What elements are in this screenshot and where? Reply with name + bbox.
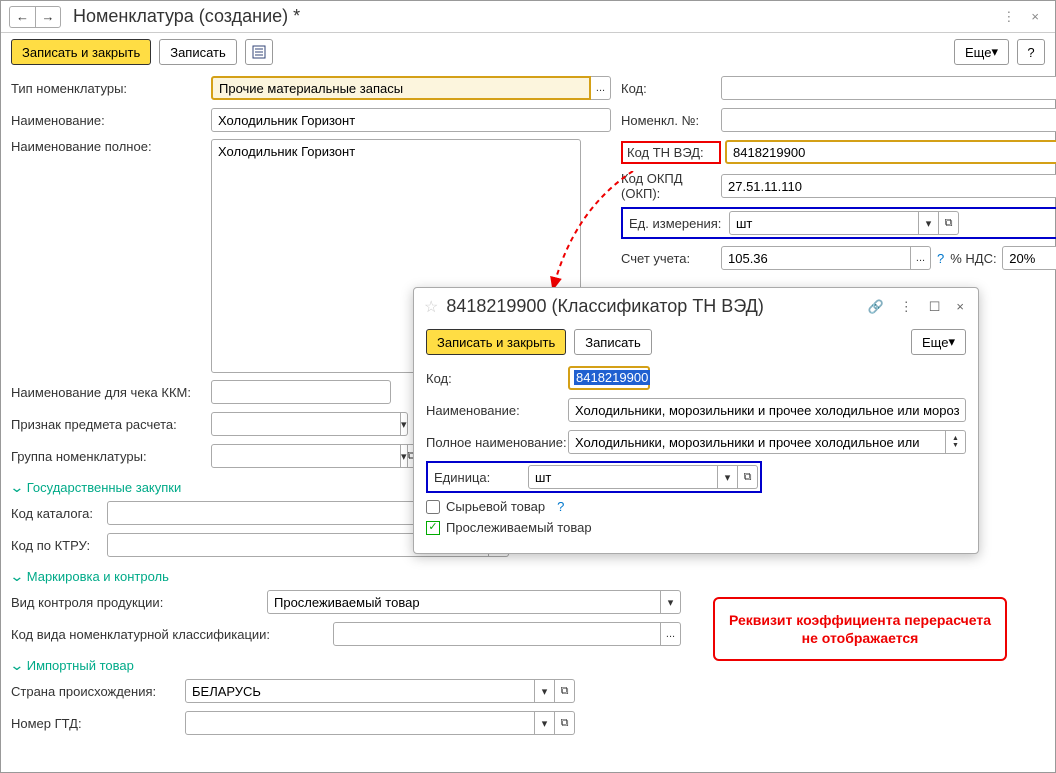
- raw-label: Сырьевой товар: [446, 499, 545, 514]
- nav-forward-button[interactable]: →: [35, 6, 61, 28]
- popup-unit-open-button[interactable]: ⧉: [738, 465, 758, 489]
- nds-input[interactable]: [1002, 246, 1056, 270]
- popup-full-label: Полное наименование:: [426, 435, 568, 450]
- class-ellipsis-button[interactable]: ...: [661, 622, 681, 646]
- popup-save-close-button[interactable]: Записать и закрыть: [426, 329, 566, 355]
- annotation-callout: Реквизит коэффициента перерасчета не ото…: [713, 597, 1007, 661]
- popup-code-label: Код:: [426, 371, 568, 386]
- classifier-popup: ☆ 8418219900 (Классификатор ТН ВЭД) 🔗 ⋮ …: [413, 287, 979, 554]
- gtd-open-button[interactable]: ⧉: [555, 711, 575, 735]
- page-title: Номенклатура (создание) *: [73, 6, 994, 27]
- nds-label: % НДС:: [950, 251, 1002, 266]
- tnved-label: Код ТН ВЭД:: [621, 141, 721, 164]
- popup-unit-input[interactable]: [528, 465, 718, 489]
- kkm-label: Наименование для чека ККМ:: [11, 385, 211, 400]
- popup-menu-icon[interactable]: ⋮: [896, 299, 917, 315]
- type-input[interactable]: [211, 76, 591, 100]
- code-label: Код:: [621, 81, 721, 96]
- calc-sign-input[interactable]: [211, 412, 401, 436]
- gtd-input[interactable]: [185, 711, 535, 735]
- type-ellipsis-button[interactable]: ...: [591, 76, 611, 100]
- save-button[interactable]: Записать: [159, 39, 237, 65]
- origin-dropdown-button[interactable]: ▾: [535, 679, 555, 703]
- origin-label: Страна происхождения:: [11, 684, 185, 699]
- group-input[interactable]: [211, 444, 401, 468]
- raw-help-icon[interactable]: ?: [551, 499, 570, 514]
- tnved-input[interactable]: [725, 140, 1056, 164]
- close-icon[interactable]: ×: [1023, 9, 1047, 24]
- unit-input[interactable]: [729, 211, 919, 235]
- class-code-label: Код вида номенклатурной классификации:: [11, 627, 333, 642]
- unit-dropdown-button[interactable]: ▾: [919, 211, 939, 235]
- popup-name-label: Наименование:: [426, 403, 568, 418]
- kkm-input[interactable]: [211, 380, 391, 404]
- popup-maximize-icon[interactable]: ☐: [925, 299, 945, 315]
- popup-close-icon[interactable]: ×: [952, 299, 968, 314]
- control-type-label: Вид контроля продукции:: [11, 595, 267, 610]
- popup-more-button[interactable]: Еще ▾: [911, 329, 966, 355]
- unit-open-button[interactable]: ⧉: [939, 211, 959, 235]
- control-dropdown-button[interactable]: ▾: [661, 590, 681, 614]
- control-type-input[interactable]: [267, 590, 661, 614]
- catalog-code-label: Код каталога:: [11, 506, 107, 521]
- name-label: Наименование:: [11, 113, 211, 128]
- trace-checkbox[interactable]: ✓: [426, 521, 440, 535]
- gtd-label: Номер ГТД:: [11, 716, 185, 731]
- list-icon: [252, 45, 266, 59]
- code-input[interactable]: [721, 76, 1056, 100]
- raw-checkbox[interactable]: [426, 500, 440, 514]
- section-mark-toggle[interactable]: Маркировка и контроль: [11, 564, 1045, 589]
- unit-label: Ед. измерения:: [629, 216, 729, 231]
- popup-code-input[interactable]: 8418219900: [568, 366, 650, 390]
- calc-sign-label: Признак предмета расчета:: [11, 417, 211, 432]
- more-button[interactable]: Еще ▾: [954, 39, 1009, 65]
- kebab-menu-icon[interactable]: ⋮: [994, 9, 1023, 25]
- popup-link-icon[interactable]: 🔗: [864, 299, 888, 315]
- popup-full-input[interactable]: [568, 430, 946, 454]
- popup-unit-label: Единица:: [434, 470, 528, 485]
- account-help-icon[interactable]: ?: [931, 251, 950, 266]
- nav-back-button[interactable]: ←: [9, 6, 35, 28]
- class-code-input[interactable]: [333, 622, 661, 646]
- account-input[interactable]: [721, 246, 911, 270]
- popup-unit-dropdown-button[interactable]: ▾: [718, 465, 738, 489]
- gtd-dropdown-button[interactable]: ▾: [535, 711, 555, 735]
- nomenkl-no-label: Номенкл. №:: [621, 113, 721, 128]
- okpd-input[interactable]: [721, 174, 1056, 198]
- favorite-star-icon[interactable]: ☆: [424, 297, 438, 317]
- ktru-label: Код по КТРУ:: [11, 538, 107, 553]
- full-name-label: Наименование полное:: [11, 139, 211, 154]
- help-button[interactable]: ?: [1017, 39, 1045, 65]
- okpd-label: Код ОКПД (ОКП):: [621, 171, 721, 201]
- origin-open-button[interactable]: ⧉: [555, 679, 575, 703]
- calc-sign-dropdown-button[interactable]: ▾: [401, 412, 408, 436]
- list-icon-button[interactable]: [245, 39, 273, 65]
- account-ellipsis-button[interactable]: ...: [911, 246, 931, 270]
- popup-title: 8418219900 (Классификатор ТН ВЭД): [446, 296, 855, 317]
- nomenkl-no-input[interactable]: [721, 108, 1056, 132]
- type-label: Тип номенклатуры:: [11, 81, 211, 96]
- origin-input[interactable]: [185, 679, 535, 703]
- name-input[interactable]: [211, 108, 611, 132]
- popup-full-stepper[interactable]: ▲▼: [946, 430, 966, 454]
- trace-label: Прослеживаемый товар: [446, 520, 592, 535]
- group-label: Группа номенклатуры:: [11, 449, 211, 464]
- popup-name-input[interactable]: [568, 398, 966, 422]
- account-label: Счет учета:: [621, 251, 721, 266]
- save-close-button[interactable]: Записать и закрыть: [11, 39, 151, 65]
- popup-save-button[interactable]: Записать: [574, 329, 652, 355]
